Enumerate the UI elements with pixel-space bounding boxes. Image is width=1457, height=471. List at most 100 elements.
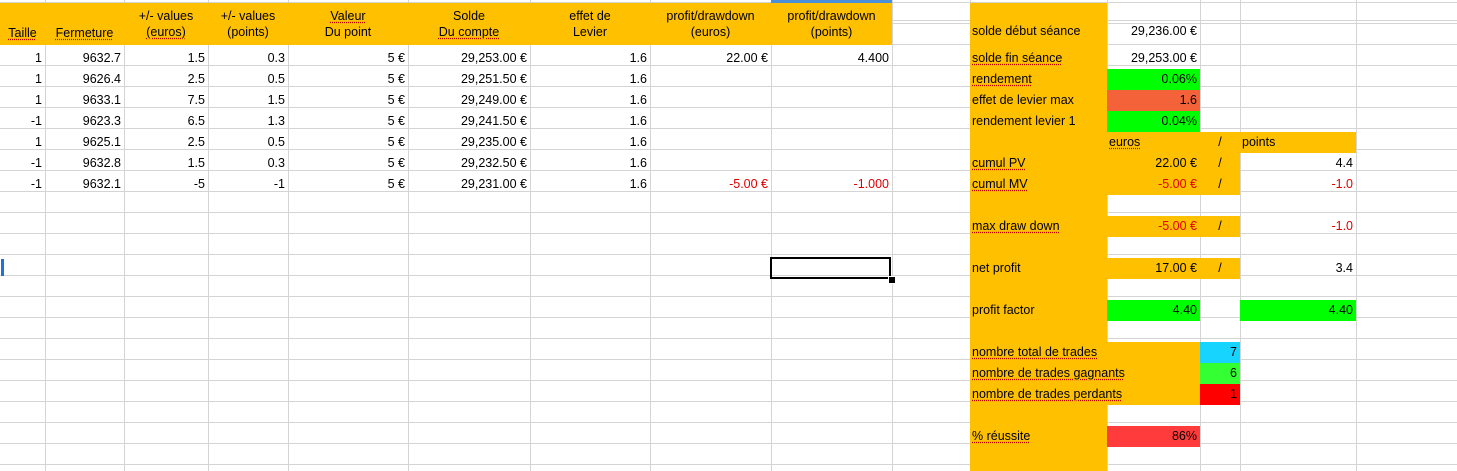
cell-values-points[interactable]: 0.3 xyxy=(208,48,288,69)
solde-fin-value[interactable]: 29,253.00 € xyxy=(1107,48,1200,69)
header-fermeture[interactable]: Fermeture xyxy=(45,25,124,41)
solde-debut-value[interactable]: 29,236.00 € xyxy=(1107,21,1200,42)
cell-values-points[interactable]: 0.5 xyxy=(208,132,288,153)
cell-values-euros[interactable]: 2.5 xyxy=(124,132,208,153)
cell-fermeture[interactable]: 9633.1 xyxy=(45,90,124,111)
cell-values-euros[interactable]: 2.5 xyxy=(124,69,208,90)
cell-solde[interactable]: 29,253.00 € xyxy=(408,48,530,69)
cell-levier[interactable]: 1.6 xyxy=(530,90,650,111)
cell-profit-euros[interactable]: -5.00 € xyxy=(650,174,771,195)
cumul-mv-points[interactable]: -1.0 xyxy=(1240,174,1356,195)
cumul-mv-label: cumul MV xyxy=(972,177,1028,191)
cell-levier[interactable]: 1.6 xyxy=(530,174,650,195)
cell-fermeture[interactable]: 9632.1 xyxy=(45,174,124,195)
cell-values-euros[interactable]: 7.5 xyxy=(124,90,208,111)
header-values-euros[interactable]: +/- values (euros) xyxy=(124,8,208,40)
rendement-value[interactable]: 0.06% xyxy=(1107,69,1200,90)
cell-profit-points[interactable] xyxy=(771,69,892,90)
cell-fermeture[interactable]: 9632.7 xyxy=(45,48,124,69)
cell-taille[interactable]: 1 xyxy=(0,69,45,90)
net-profit-points[interactable]: 3.4 xyxy=(1240,258,1356,279)
cell-valeur-point[interactable]: 5 € xyxy=(288,90,408,111)
profit-factor-euros[interactable]: 4.40 xyxy=(1107,300,1200,321)
header-solde-compte[interactable]: Solde Du compte xyxy=(408,8,530,40)
header-values-points[interactable]: +/- values (points) xyxy=(208,8,288,40)
cell-profit-points[interactable] xyxy=(771,111,892,132)
cell-levier[interactable]: 1.6 xyxy=(530,132,650,153)
cell-solde[interactable]: 29,251.50 € xyxy=(408,69,530,90)
header-profit-points[interactable]: profit/drawdown (points) xyxy=(771,8,892,40)
reussite-value[interactable]: 86% xyxy=(1107,426,1200,447)
slash-separator: / xyxy=(1218,219,1222,233)
cell-profit-euros[interactable] xyxy=(650,69,771,90)
cell-values-points[interactable]: 0.3 xyxy=(208,153,288,174)
cell-profit-points[interactable]: -1.000 xyxy=(771,174,892,195)
cell-valeur-point[interactable]: 5 € xyxy=(288,111,408,132)
cell-solde[interactable]: 29,241.50 € xyxy=(408,111,530,132)
cell-values-points[interactable]: 1.5 xyxy=(208,90,288,111)
cell-solde[interactable]: 29,249.00 € xyxy=(408,90,530,111)
cell-fermeture[interactable]: 9632.8 xyxy=(45,153,124,174)
header-taille[interactable]: Taille xyxy=(0,25,45,41)
cell-levier[interactable]: 1.6 xyxy=(530,111,650,132)
rendement-levier-value[interactable]: 0.04% xyxy=(1107,111,1200,132)
cell-values-euros[interactable]: 6.5 xyxy=(124,111,208,132)
cell-valeur-point[interactable]: 5 € xyxy=(288,69,408,90)
cumul-mv-euros[interactable]: -5.00 € xyxy=(1107,174,1200,195)
cell-valeur-point[interactable]: 5 € xyxy=(288,48,408,69)
cell-valeur-point[interactable]: 5 € xyxy=(288,153,408,174)
cell-profit-points[interactable] xyxy=(771,153,892,174)
total-trades-value[interactable]: 7 xyxy=(1200,342,1240,363)
cell-values-points[interactable]: -1 xyxy=(208,174,288,195)
header-profit-euros[interactable]: profit/drawdown (euros) xyxy=(650,8,771,40)
rendement-label: rendement xyxy=(972,72,1032,86)
cell-solde[interactable]: 29,232.50 € xyxy=(408,153,530,174)
cell-taille[interactable]: -1 xyxy=(0,153,45,174)
max-drawdown-euros[interactable]: -5.00 € xyxy=(1107,216,1200,237)
cell-fermeture[interactable]: 9625.1 xyxy=(45,132,124,153)
cell-profit-euros[interactable] xyxy=(650,153,771,174)
cell-fermeture[interactable]: 9623.3 xyxy=(45,111,124,132)
fill-handle[interactable] xyxy=(888,276,896,284)
cell-values-points[interactable]: 1.3 xyxy=(208,111,288,132)
net-profit-euros[interactable]: 17.00 € xyxy=(1107,258,1200,279)
cell-profit-points[interactable] xyxy=(771,90,892,111)
cell-valeur-point[interactable]: 5 € xyxy=(288,174,408,195)
cell-levier[interactable]: 1.6 xyxy=(530,153,650,174)
cell-taille[interactable]: -1 xyxy=(0,111,45,132)
cell-values-euros[interactable]: -5 xyxy=(124,174,208,195)
perdants-value[interactable]: 1 xyxy=(1200,384,1240,405)
perdants-label: nombre de trades perdants xyxy=(972,387,1123,401)
cell-profit-points[interactable]: 4.400 xyxy=(771,48,892,69)
cell-fermeture[interactable]: 9626.4 xyxy=(45,69,124,90)
levier-max-value[interactable]: 1.6 xyxy=(1107,90,1200,111)
cell-profit-euros[interactable]: 22.00 € xyxy=(650,48,771,69)
cell-taille[interactable]: 1 xyxy=(0,48,45,69)
gagnants-value[interactable]: 6 xyxy=(1200,363,1240,384)
spreadsheet-grid[interactable]: Taille Fermeture +/- values (euros) +/- v… xyxy=(0,0,1457,471)
cell-taille[interactable]: 1 xyxy=(0,132,45,153)
cell-taille[interactable]: 1 xyxy=(0,90,45,111)
cell-values-euros[interactable]: 1.5 xyxy=(124,48,208,69)
cumul-pv-points[interactable]: 4.4 xyxy=(1240,153,1356,174)
active-cell-selection[interactable] xyxy=(770,257,891,279)
header-effet-levier[interactable]: effet de Levier xyxy=(530,8,650,40)
cell-profit-euros[interactable] xyxy=(650,111,771,132)
cell-solde[interactable]: 29,231.00 € xyxy=(408,174,530,195)
cell-levier[interactable]: 1.6 xyxy=(530,69,650,90)
cell-profit-euros[interactable] xyxy=(650,132,771,153)
cumul-pv-euros[interactable]: 22.00 € xyxy=(1107,153,1200,174)
cell-solde[interactable]: 29,235.00 € xyxy=(408,132,530,153)
header-valeur-point[interactable]: Valeur Du point xyxy=(288,8,408,40)
rendement-levier-label: rendement levier 1 xyxy=(972,114,1076,128)
cell-profit-points[interactable] xyxy=(771,132,892,153)
cell-taille[interactable]: -1 xyxy=(0,174,45,195)
cell-levier[interactable]: 1.6 xyxy=(530,48,650,69)
cell-profit-euros[interactable] xyxy=(650,90,771,111)
max-drawdown-points[interactable]: -1.0 xyxy=(1240,216,1356,237)
total-trades-label: nombre total de trades xyxy=(972,345,1098,359)
profit-factor-points[interactable]: 4.40 xyxy=(1240,300,1356,321)
cell-valeur-point[interactable]: 5 € xyxy=(288,132,408,153)
cell-values-euros[interactable]: 1.5 xyxy=(124,153,208,174)
cell-values-points[interactable]: 0.5 xyxy=(208,69,288,90)
